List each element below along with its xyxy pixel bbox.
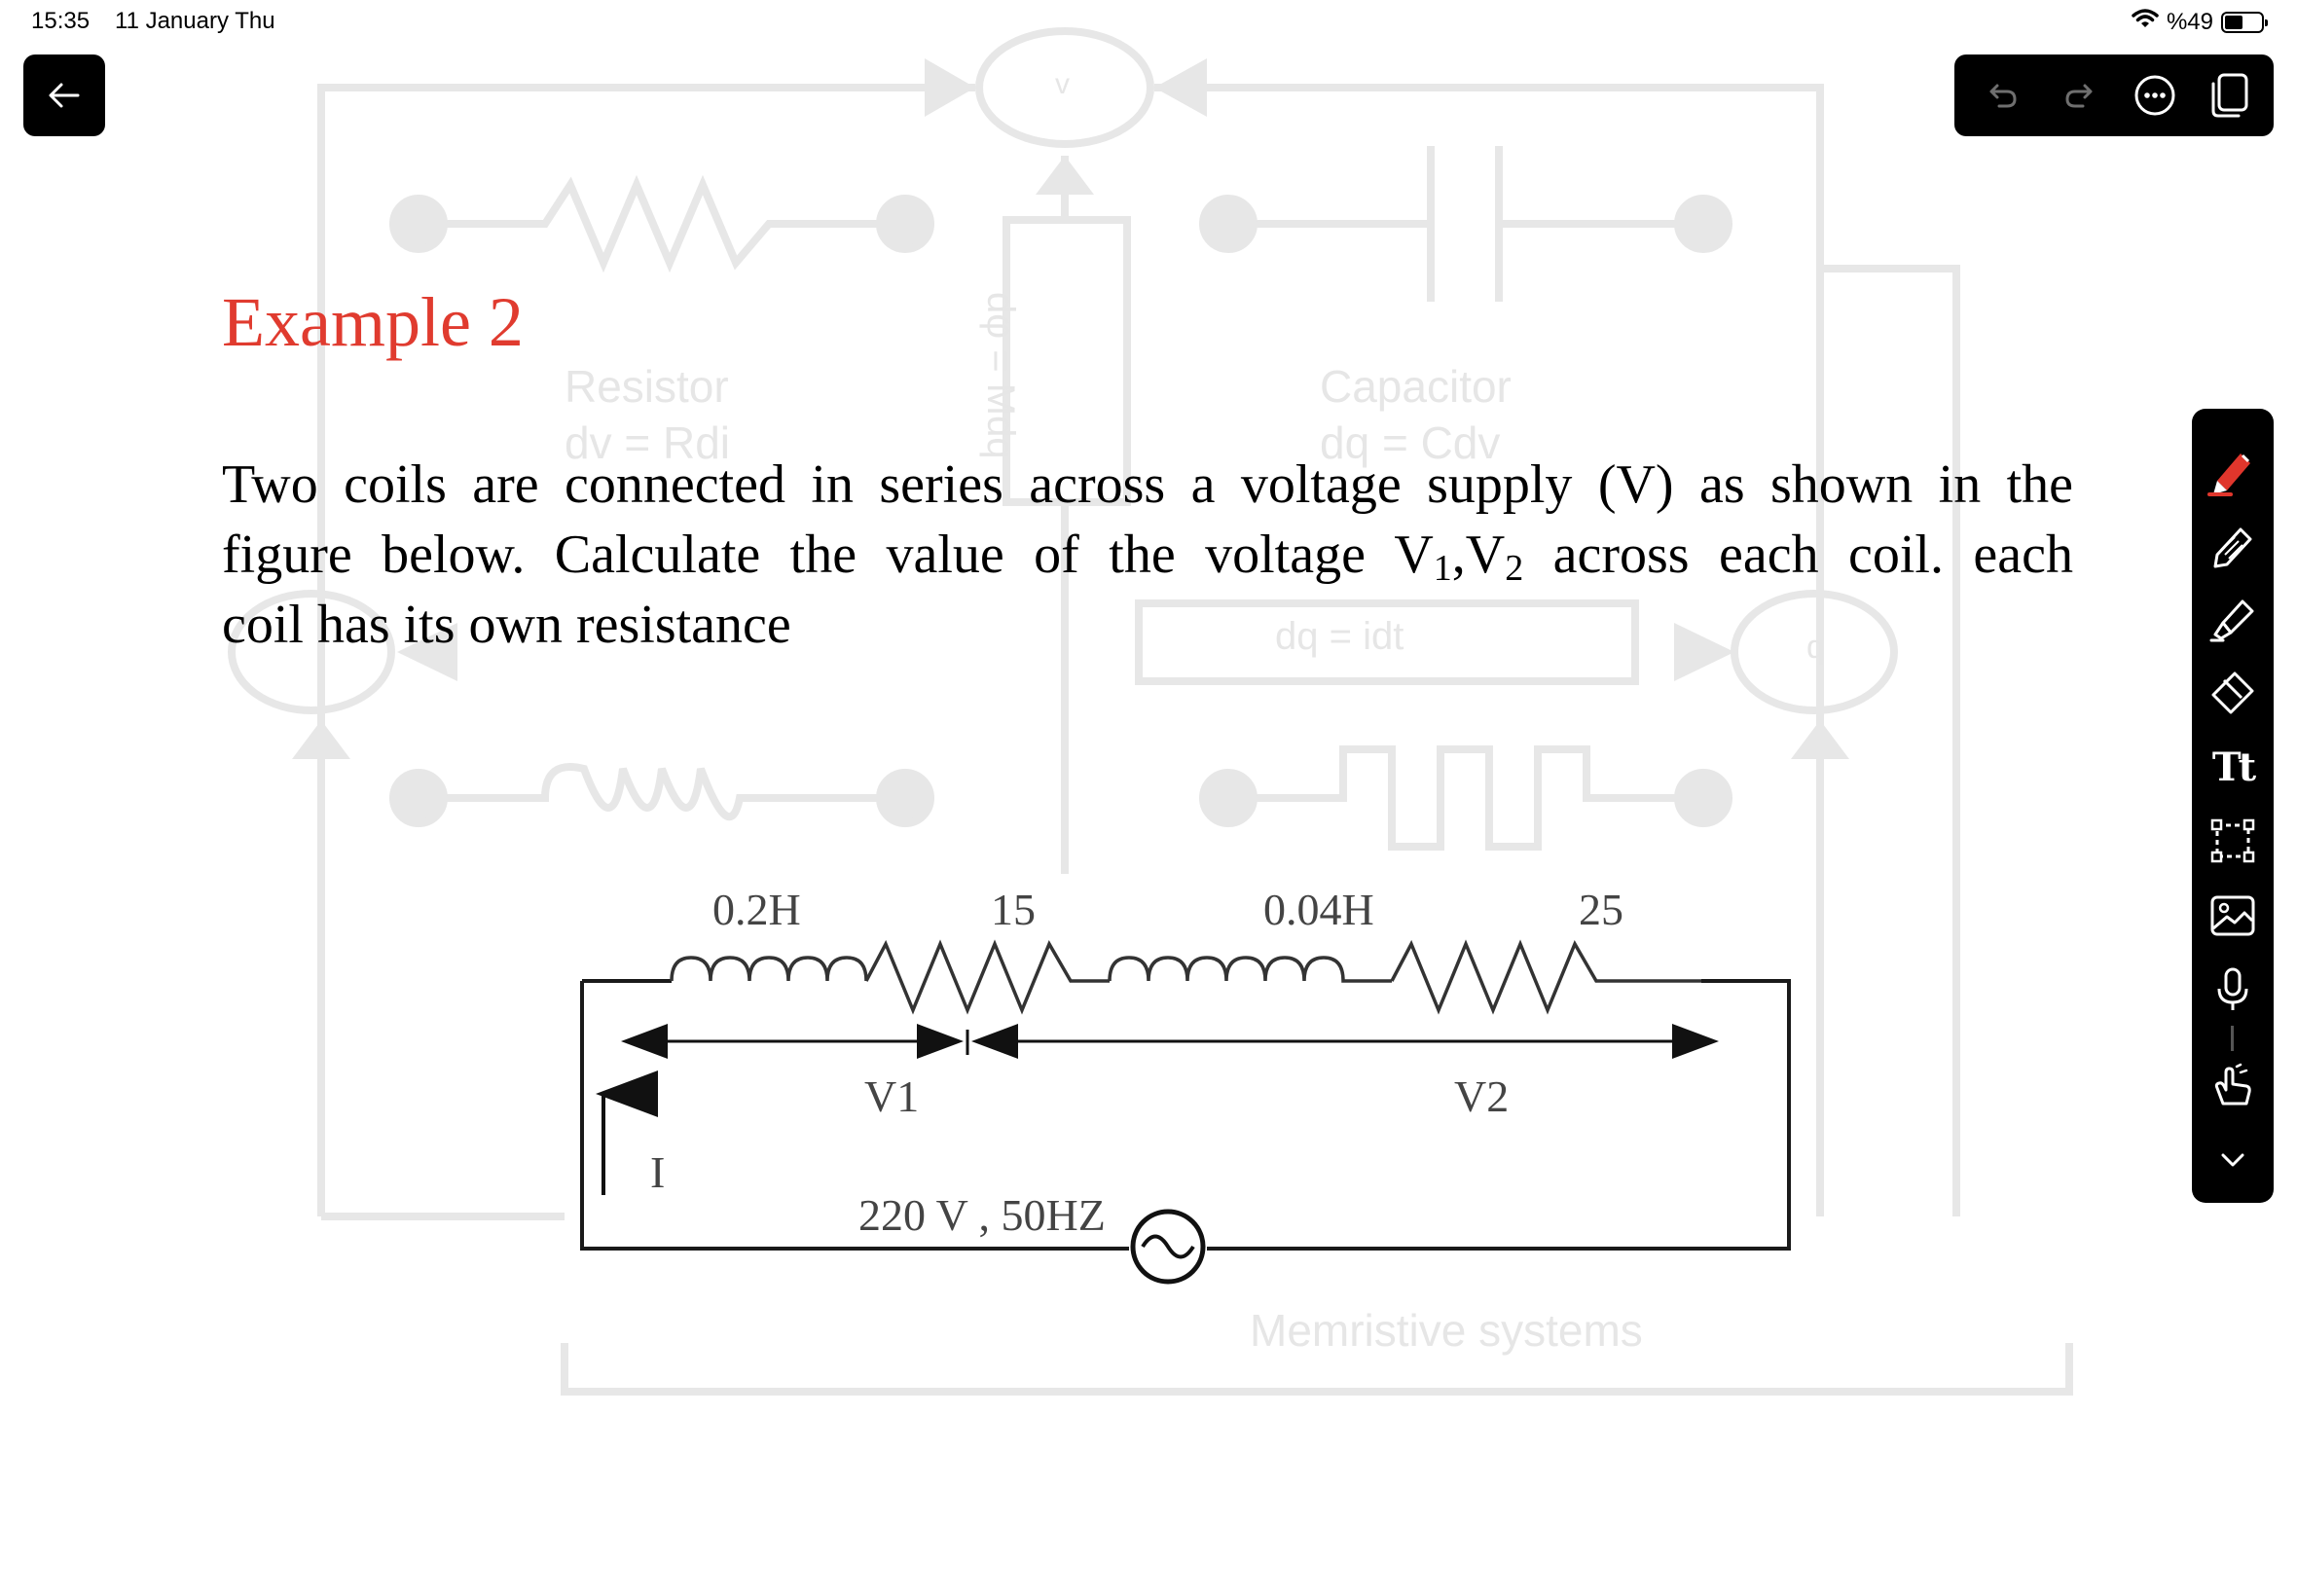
circuit-diagram: 0.2H 15 0.04H 25 V1 V2 I 220 V , 50HZ [565,874,1793,1294]
highlighter-tool[interactable] [2204,590,2262,648]
current-label: I [650,1147,665,1197]
wm-caption: Memristive systems [1250,1305,1643,1356]
hand-tool[interactable] [2204,1057,2262,1115]
highlighter-icon [2209,599,2254,642]
problem-line-3: coil has its own resistance [222,595,791,655]
wm-memristor-eq: dφ = Mdq [979,292,1022,459]
undo-button[interactable] [1980,72,2026,119]
problem-line-2-text-a: figure below. Calculate the value of the… [222,525,1434,585]
pages-button[interactable] [2206,72,2252,119]
resistor-2 [1390,939,1701,1015]
v2-label: V2 [1454,1071,1509,1121]
eraser-icon [2211,671,2254,714]
wifi-icon [2132,8,2159,36]
ellipsis-circle-icon [2134,75,2175,116]
microphone-tool[interactable] [2204,960,2262,1018]
pencil-icon [2213,527,2252,568]
inductor-1 [670,956,868,982]
text-format-icon: Tt [2211,744,2256,790]
redo-icon [2065,84,2093,108]
selection-icon [2210,818,2255,863]
text-tool[interactable]: Tt [2204,738,2262,796]
toolbar-divider [2231,1026,2234,1051]
inductor-2-label: 0.04H [1263,885,1374,934]
collapse-toolbar[interactable] [2204,1131,2262,1189]
subscript-2: 2 [1505,548,1524,589]
battery-percent: %49 [2166,8,2213,35]
wm-v-symbol: v [1055,68,1070,100]
pages-icon [2211,73,2248,118]
chevron-down-icon [2221,1153,2244,1167]
problem-line-1: Two coils are connected in series across… [222,454,2073,515]
inductor-2 [1108,956,1392,983]
back-button[interactable] [23,54,105,136]
pen-icon [2207,453,2250,496]
problem-line-2-text-b: ,V [1451,525,1506,585]
more-options-button[interactable] [2132,72,2178,119]
ac-source-symbol [1130,1209,1206,1285]
image-tool[interactable] [2204,886,2262,944]
undo-icon [1989,84,2017,108]
problem-line-2-text-c: across each coil. each [1523,525,2073,585]
wm-resistor-label: Resistor [565,361,729,412]
resistor-1-label: 15 [991,885,1036,934]
inductor-1-label: 0.2H [712,885,801,934]
status-time: 15:35 [31,8,91,34]
battery-icon [2221,11,2268,33]
circuit-wiring [580,979,1791,1251]
resistor-2-label: 25 [1579,885,1623,934]
hand-pointer-icon [2214,1063,2251,1106]
status-date: 11 January Thu [115,8,275,34]
top-toolbar [1954,54,2274,136]
back-arrow-icon [49,83,80,108]
tool-palette: Tt [2192,409,2274,1203]
source-label: 220 V , 50HZ [858,1190,1106,1240]
background-watermark-figure: Resistor dv = Rdi Capacitor dq = Cdv dφ … [0,0,2297,1596]
slide-title: Example 2 [222,283,524,361]
pen-tool[interactable] [2204,442,2262,500]
eraser-tool[interactable] [2204,664,2262,722]
image-icon [2210,895,2255,936]
lasso-select-tool[interactable] [2204,812,2262,870]
redo-button[interactable] [2056,72,2102,119]
resistor-1 [864,939,1110,1015]
status-bar: 15:35 11 January Thu %49 [0,0,2297,47]
problem-statement: Two coils are connected in series across… [222,450,2073,660]
problem-line-2: figure below. Calculate the value of the… [222,520,2073,590]
v1-label: V1 [864,1071,919,1121]
status-indicators: %49 [2132,8,2268,36]
microphone-icon [2217,967,2248,1010]
pencil-tool[interactable] [2204,516,2262,574]
wm-capacitor-label: Capacitor [1320,361,1512,412]
subscript-1: 1 [1433,548,1452,589]
